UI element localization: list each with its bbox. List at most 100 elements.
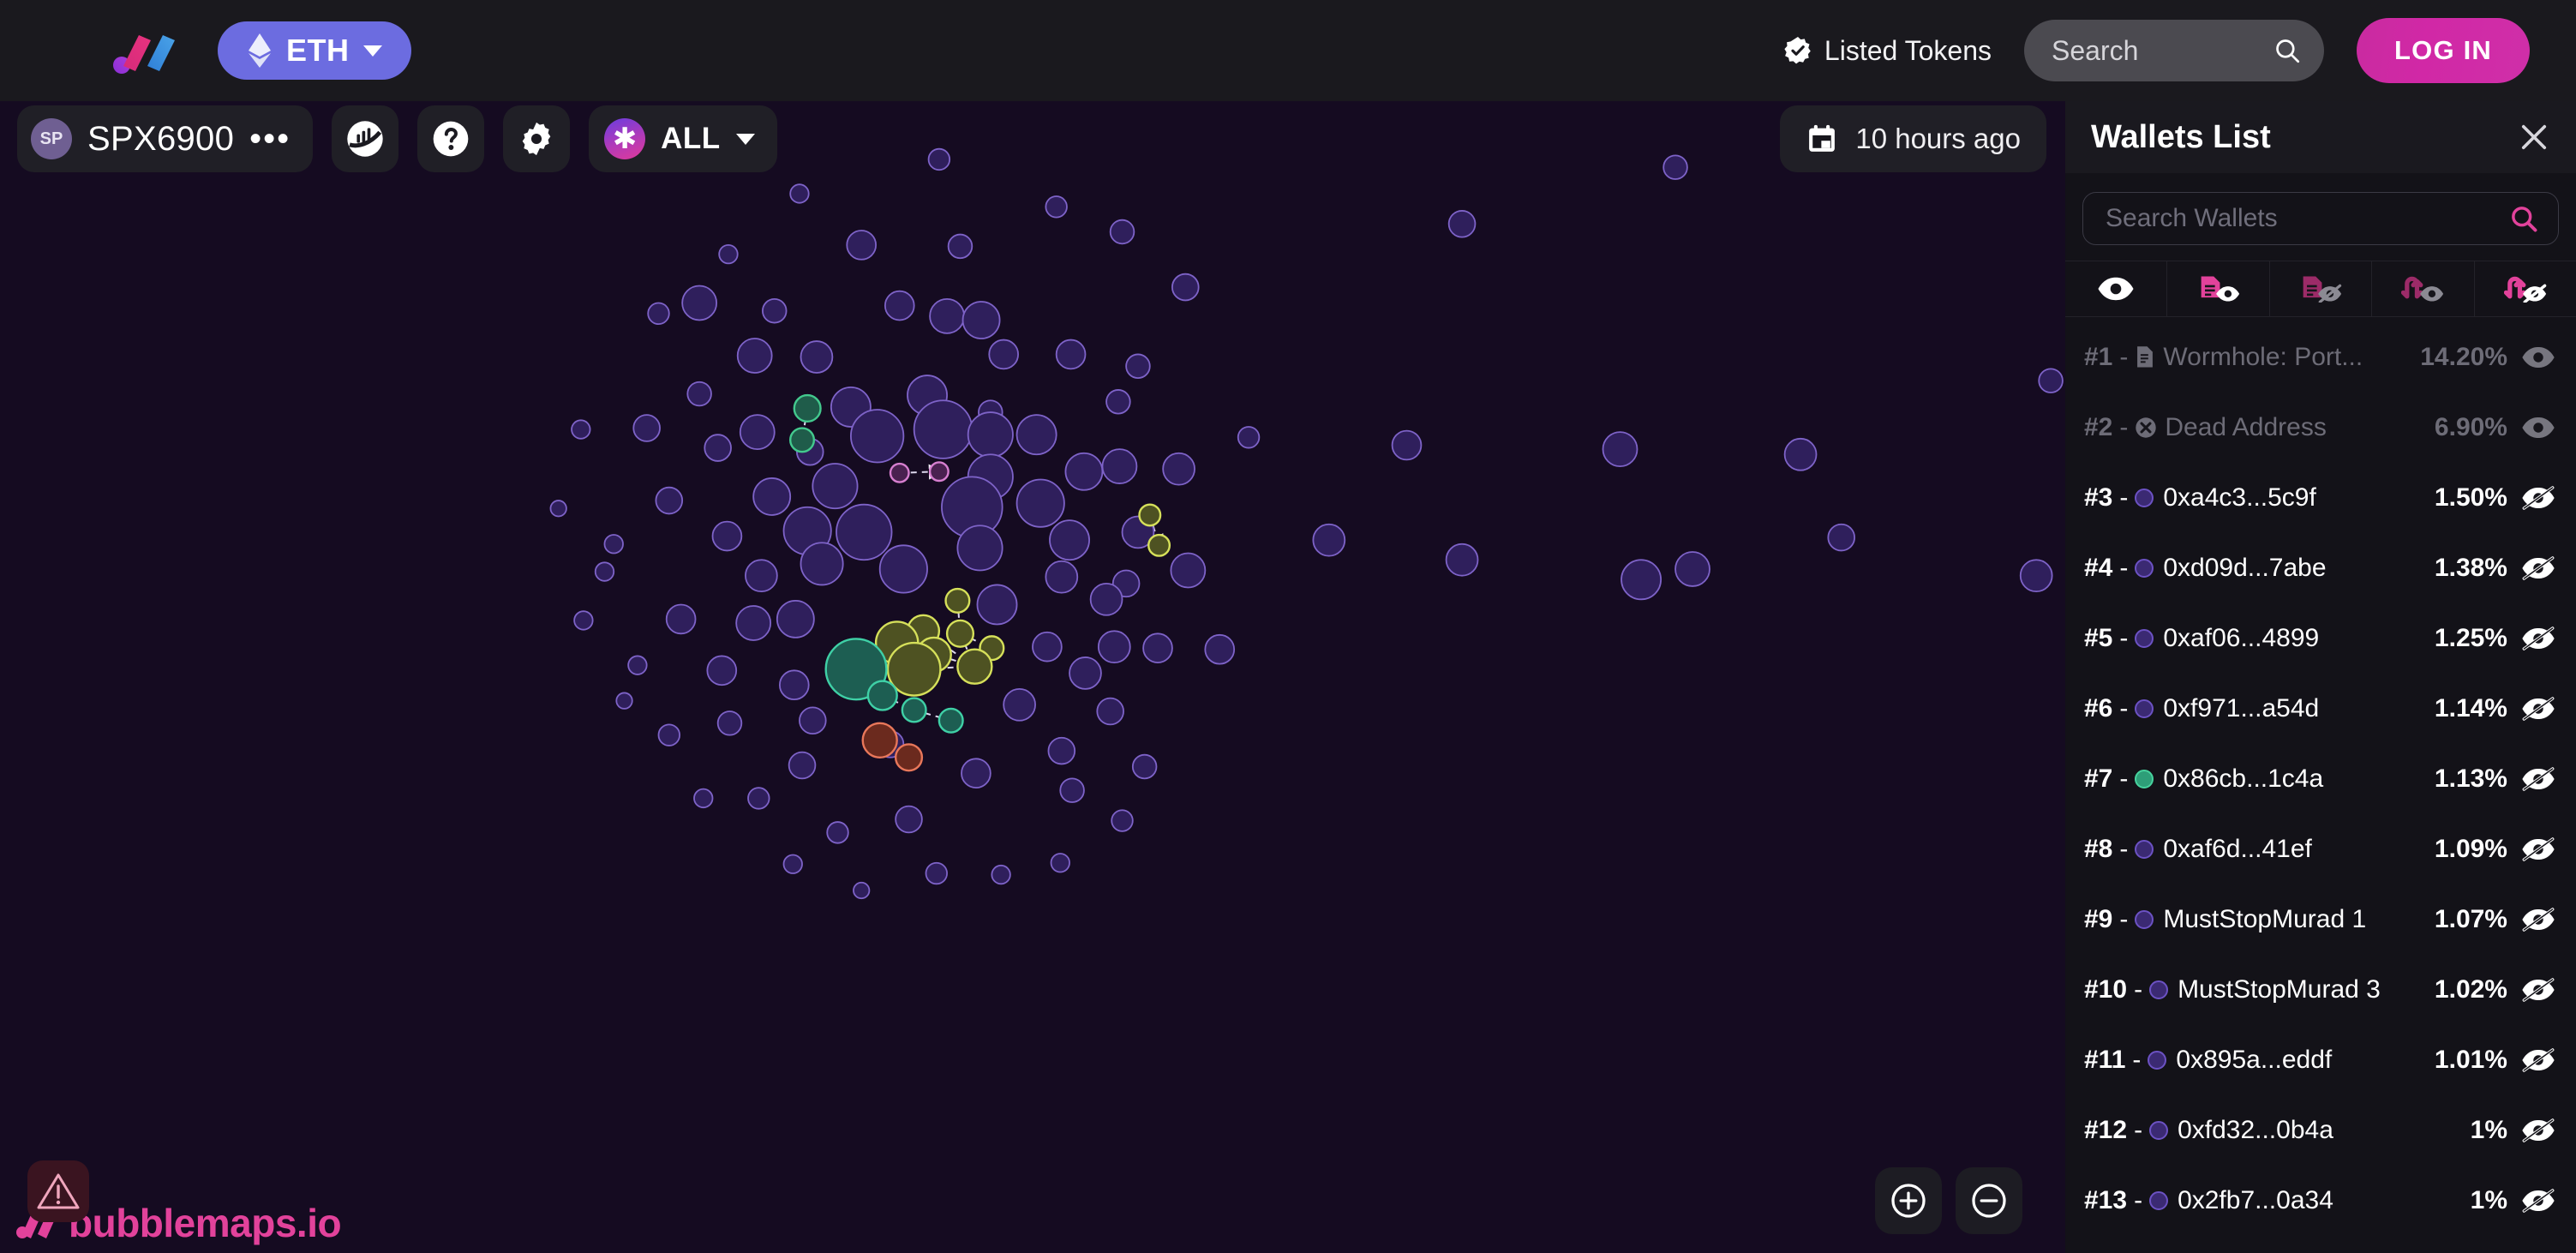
wallet-row[interactable]: #3- 0xa4c3...5c9f 1.50% — [2065, 463, 2576, 533]
wallet-bubble[interactable] — [762, 297, 788, 324]
wallet-bubble[interactable] — [776, 599, 815, 638]
eye-off-icon[interactable] — [2521, 485, 2555, 511]
eye-icon[interactable] — [2521, 345, 2555, 369]
wallet-bubble[interactable] — [693, 788, 714, 809]
wallet-bubble[interactable] — [1049, 519, 1090, 561]
wallet-bubble[interactable] — [1050, 853, 1070, 873]
wallet-bubble[interactable] — [962, 301, 1001, 339]
wallet-bubble[interactable] — [739, 414, 776, 451]
wallet-bubble[interactable] — [686, 381, 712, 407]
wallet-bubble[interactable] — [812, 463, 859, 510]
wallet-bubble[interactable] — [929, 297, 965, 334]
contracts-hidden-filter[interactable] — [2270, 261, 2373, 316]
wallet-bubble[interactable] — [1237, 426, 1261, 449]
wallet-bubble[interactable] — [944, 587, 971, 614]
wallet-bubble[interactable] — [2038, 368, 2064, 393]
wallet-bubble[interactable] — [956, 648, 993, 685]
wallet-bubble[interactable] — [706, 655, 738, 686]
snapshot-time-chip[interactable]: 10 hours ago — [1780, 105, 2046, 172]
exchanges-hidden-filter[interactable] — [2475, 261, 2576, 316]
wallet-bubble[interactable] — [1055, 339, 1087, 370]
wallet-bubble[interactable] — [549, 500, 567, 518]
wallet-bubble[interactable] — [889, 462, 910, 483]
wallet-bubble[interactable] — [853, 881, 871, 900]
wallet-bubble[interactable] — [1047, 736, 1076, 765]
wallet-bubble[interactable] — [735, 605, 772, 641]
eye-off-icon[interactable] — [2521, 1188, 2555, 1214]
wallet-bubble[interactable] — [789, 183, 810, 204]
wallet-bubble[interactable] — [657, 723, 680, 746]
wallet-bubble[interactable] — [799, 706, 827, 735]
wallet-bubble[interactable] — [1015, 414, 1057, 456]
wallet-bubble[interactable] — [788, 751, 817, 780]
wallet-row[interactable]: #12- 0xfd32...0b4a 1% — [2065, 1095, 2576, 1166]
wallet-row[interactable]: #1- Wormhole: Port... 14.20% — [2065, 322, 2576, 393]
wallet-row[interactable]: #2- Dead Address 6.90% — [2065, 393, 2576, 463]
wallet-row[interactable]: #11- 0x895a...eddf 1.01% — [2065, 1025, 2576, 1095]
chain-selector[interactable]: ETH — [218, 21, 411, 80]
wallet-bubble[interactable] — [1620, 559, 1662, 601]
wallet-bubble[interactable] — [1111, 809, 1134, 832]
token-selector[interactable]: SP SPX6900 ••• — [17, 105, 314, 172]
wallet-bubble[interactable] — [961, 758, 991, 789]
eye-off-icon[interactable] — [2521, 626, 2555, 651]
wallet-bubble[interactable] — [826, 821, 849, 844]
wallet-bubble[interactable] — [1312, 523, 1346, 557]
wallet-bubble[interactable] — [1445, 543, 1479, 577]
wallet-bubble[interactable] — [1069, 656, 1102, 690]
wallet-bubble[interactable] — [704, 434, 732, 462]
wallet-bubble[interactable] — [1783, 437, 1818, 471]
show-all-filter[interactable] — [2065, 261, 2168, 316]
wallet-bubble[interactable] — [1138, 503, 1162, 527]
wallet-bubble[interactable] — [947, 233, 973, 260]
wallet-bubble[interactable] — [895, 805, 923, 834]
close-icon[interactable] — [2516, 119, 2552, 155]
wallet-row[interactable]: #8- 0xaf6d...41ef 1.09% — [2065, 814, 2576, 884]
eye-off-icon[interactable] — [2521, 766, 2555, 792]
eye-icon[interactable] — [2521, 416, 2555, 440]
eye-off-icon[interactable] — [2521, 977, 2555, 1003]
wallet-bubble[interactable] — [594, 561, 615, 582]
wallet-bubble[interactable] — [913, 399, 973, 459]
wallet-bubble[interactable] — [716, 710, 743, 736]
wallet-bubble[interactable] — [878, 544, 928, 594]
wallet-bubble[interactable] — [1045, 195, 1068, 219]
zoom-out-button[interactable] — [1956, 1167, 2022, 1234]
wallet-bubble[interactable] — [1142, 632, 1173, 664]
help-button[interactable] — [417, 105, 485, 172]
wallet-bubble[interactable] — [1827, 523, 1855, 552]
wallet-bubble[interactable] — [894, 743, 924, 772]
wallet-bubble[interactable] — [988, 339, 1019, 370]
wallet-bubble[interactable] — [778, 669, 810, 701]
wallets-list[interactable]: #1- Wormhole: Port... 14.20% #2- Dead Addres… — [2065, 317, 2576, 1253]
wallet-bubble[interactable] — [647, 302, 670, 325]
wallet-bubble[interactable] — [615, 692, 633, 710]
wallet-bubble[interactable] — [1032, 631, 1063, 662]
wallet-bubble[interactable] — [884, 290, 915, 321]
wallet-bubble[interactable] — [1204, 633, 1236, 665]
wallet-bubble[interactable] — [800, 542, 844, 586]
wallet-bubble[interactable] — [1162, 452, 1195, 486]
wallet-bubble[interactable] — [747, 787, 770, 810]
wallet-row[interactable]: #13- 0x2fb7...0a34 1% — [2065, 1166, 2576, 1236]
wallet-bubble[interactable] — [976, 584, 1018, 626]
bubble-graph[interactable] — [0, 101, 2065, 1253]
wallet-bubble[interactable] — [846, 230, 877, 261]
wallet-row[interactable]: #9- MustStopMurad 1 1.07% — [2065, 884, 2576, 955]
wallet-bubble[interactable] — [752, 477, 792, 516]
wallet-row[interactable]: #4- 0xd09d...7abe 1.38% — [2065, 533, 2576, 603]
wallet-bubble[interactable] — [1101, 448, 1138, 484]
wallet-bubble[interactable] — [745, 559, 778, 593]
eye-off-icon[interactable] — [2521, 1047, 2555, 1073]
wallet-bubble[interactable] — [632, 414, 661, 442]
cluster-filter-selector[interactable]: ✱ ALL — [589, 105, 777, 172]
wallet-bubble[interactable] — [849, 409, 905, 464]
wallet-bubble[interactable] — [1003, 687, 1036, 722]
wallet-bubble[interactable] — [573, 610, 594, 631]
bubblemaps-chart-button[interactable] — [332, 105, 399, 172]
wallet-bubble[interactable] — [655, 486, 684, 515]
wallet-bubble[interactable] — [788, 427, 816, 453]
token-more-icon[interactable]: ••• — [249, 122, 291, 156]
wallet-bubble[interactable] — [1045, 560, 1079, 594]
wallet-bubble[interactable] — [928, 461, 950, 483]
